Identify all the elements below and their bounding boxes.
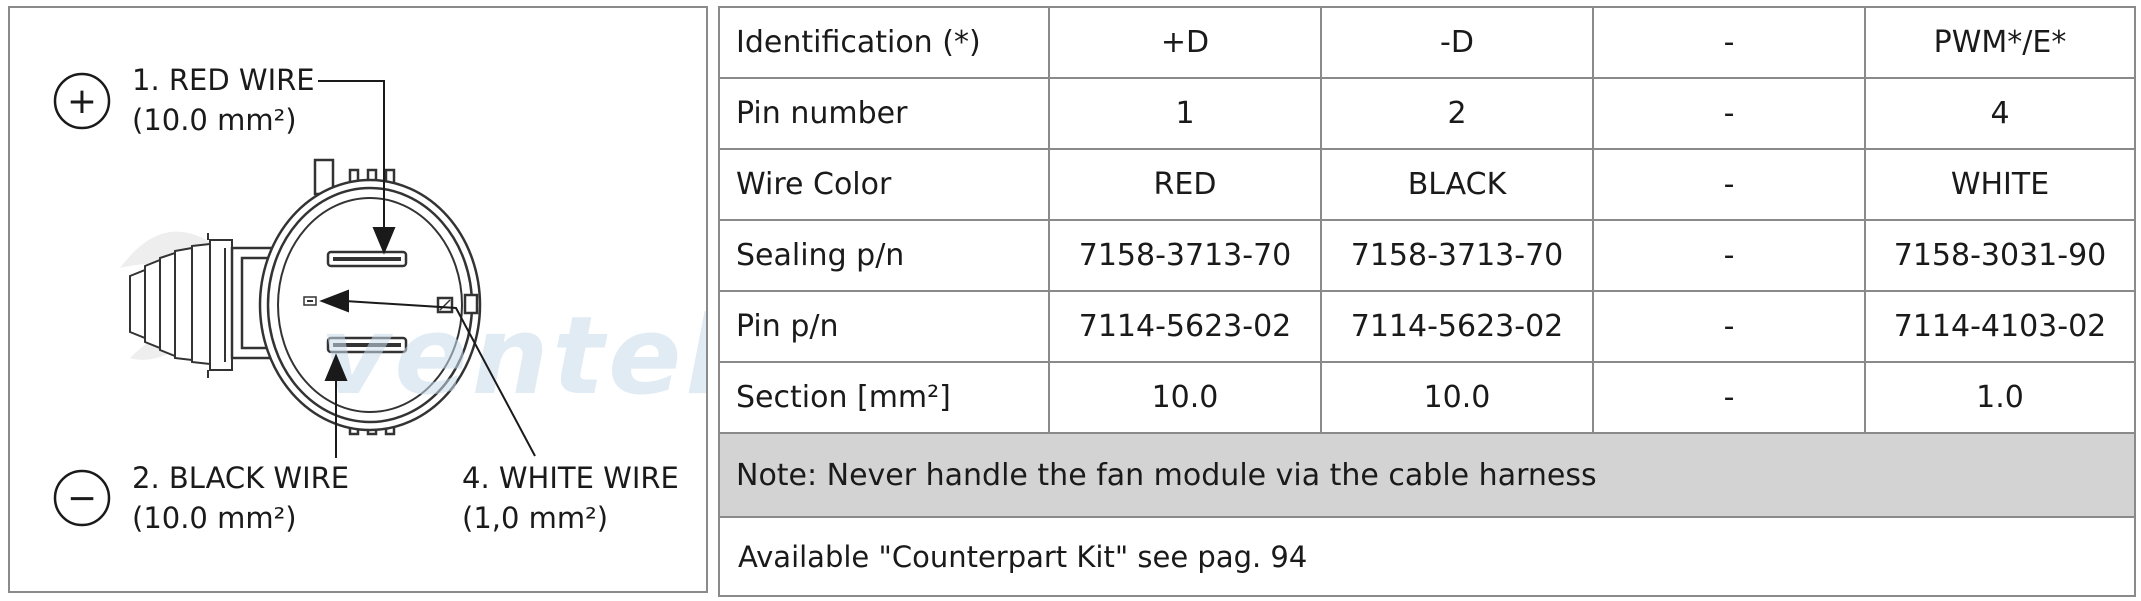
table-cell: BLACK xyxy=(1320,148,1594,221)
table-cell: 10.0 xyxy=(1048,361,1322,434)
wire-label-white: 4. WHITE WIRE (1,0 mm²) xyxy=(462,458,679,538)
table-cell: 7158-3713-70 xyxy=(1048,219,1322,292)
connector-diagram-panel: + − ventel 1. RED WIRE (10.0 mm²) 2. BLA… xyxy=(8,6,708,593)
plus-circle-icon: + xyxy=(53,72,111,130)
row-header: Sealing p/n xyxy=(718,219,1050,292)
row-header: Identification (*) xyxy=(718,6,1050,79)
wire-label-black-section: (10.0 mm²) xyxy=(132,501,297,535)
table-cell: PWM*/E* xyxy=(1864,6,2136,79)
wire-label-white-name: 4. WHITE WIRE xyxy=(462,461,679,495)
table-cell: - xyxy=(1592,77,1866,150)
table-row-pin-number: Pin number 1 2 - 4 xyxy=(718,77,2136,150)
wire-label-red-section: (10.0 mm²) xyxy=(132,103,297,137)
table-cell: 10.0 xyxy=(1320,361,1594,434)
table-row-note: Note: Never handle the fan module via th… xyxy=(718,432,2136,518)
table-cell: 2 xyxy=(1320,77,1594,150)
table-cell: 7114-5623-02 xyxy=(1320,290,1594,363)
row-header: Pin number xyxy=(718,77,1050,150)
table-cell: 1.0 xyxy=(1864,361,2136,434)
row-header: Wire Color xyxy=(718,148,1050,221)
table-cell: +D xyxy=(1048,6,1322,79)
ventel-watermark: ventel xyxy=(320,294,708,419)
table-cell: RED xyxy=(1048,148,1322,221)
table-cell: 1 xyxy=(1048,77,1322,150)
table-cell: 7158-3713-70 xyxy=(1320,219,1594,292)
table-cell: 7114-4103-02 xyxy=(1864,290,2136,363)
table-row-sealing-pn: Sealing p/n 7158-3713-70 7158-3713-70 - … xyxy=(718,219,2136,292)
table-row-pin-pn: Pin p/n 7114-5623-02 7114-5623-02 - 7114… xyxy=(718,290,2136,363)
table-cell: 7114-5623-02 xyxy=(1048,290,1322,363)
wire-label-black-name: 2. BLACK WIRE xyxy=(132,461,350,495)
table-cell: - xyxy=(1592,219,1866,292)
table-row-identification: Identification (*) +D -D - PWM*/E* xyxy=(718,6,2136,79)
wire-label-red-name: 1. RED WIRE xyxy=(132,63,315,97)
counterpart-kit-note: Available "Counterpart Kit" see pag. 94 xyxy=(718,516,2136,597)
wire-label-black: 2. BLACK WIRE (10.0 mm²) xyxy=(132,458,349,538)
table-cell: WHITE xyxy=(1864,148,2136,221)
row-header: Section [mm²] xyxy=(718,361,1050,434)
table-cell: - xyxy=(1592,290,1866,363)
table-cell: - xyxy=(1592,6,1866,79)
table-row-section: Section [mm²] 10.0 10.0 - 1.0 xyxy=(718,361,2136,434)
minus-circle-icon: − xyxy=(53,469,111,527)
table-row-wire-color: Wire Color RED BLACK - WHITE xyxy=(718,148,2136,221)
table-cell: -D xyxy=(1320,6,1594,79)
row-header: Pin p/n xyxy=(718,290,1050,363)
table-row-kit: Available "Counterpart Kit" see pag. 94 xyxy=(718,516,2136,597)
svg-text:−: − xyxy=(67,478,97,519)
handling-note: Note: Never handle the fan module via th… xyxy=(718,432,2136,518)
table-cell: - xyxy=(1592,148,1866,221)
wire-label-red: 1. RED WIRE (10.0 mm²) xyxy=(132,60,315,140)
svg-text:+: + xyxy=(67,81,97,122)
table-cell: 4 xyxy=(1864,77,2136,150)
connector-spec-table: Identification (*) +D -D - PWM*/E* Pin n… xyxy=(718,6,2136,597)
wire-label-white-section: (1,0 mm²) xyxy=(462,501,609,535)
table-cell: 7158-3031-90 xyxy=(1864,219,2136,292)
table-cell: - xyxy=(1592,361,1866,434)
